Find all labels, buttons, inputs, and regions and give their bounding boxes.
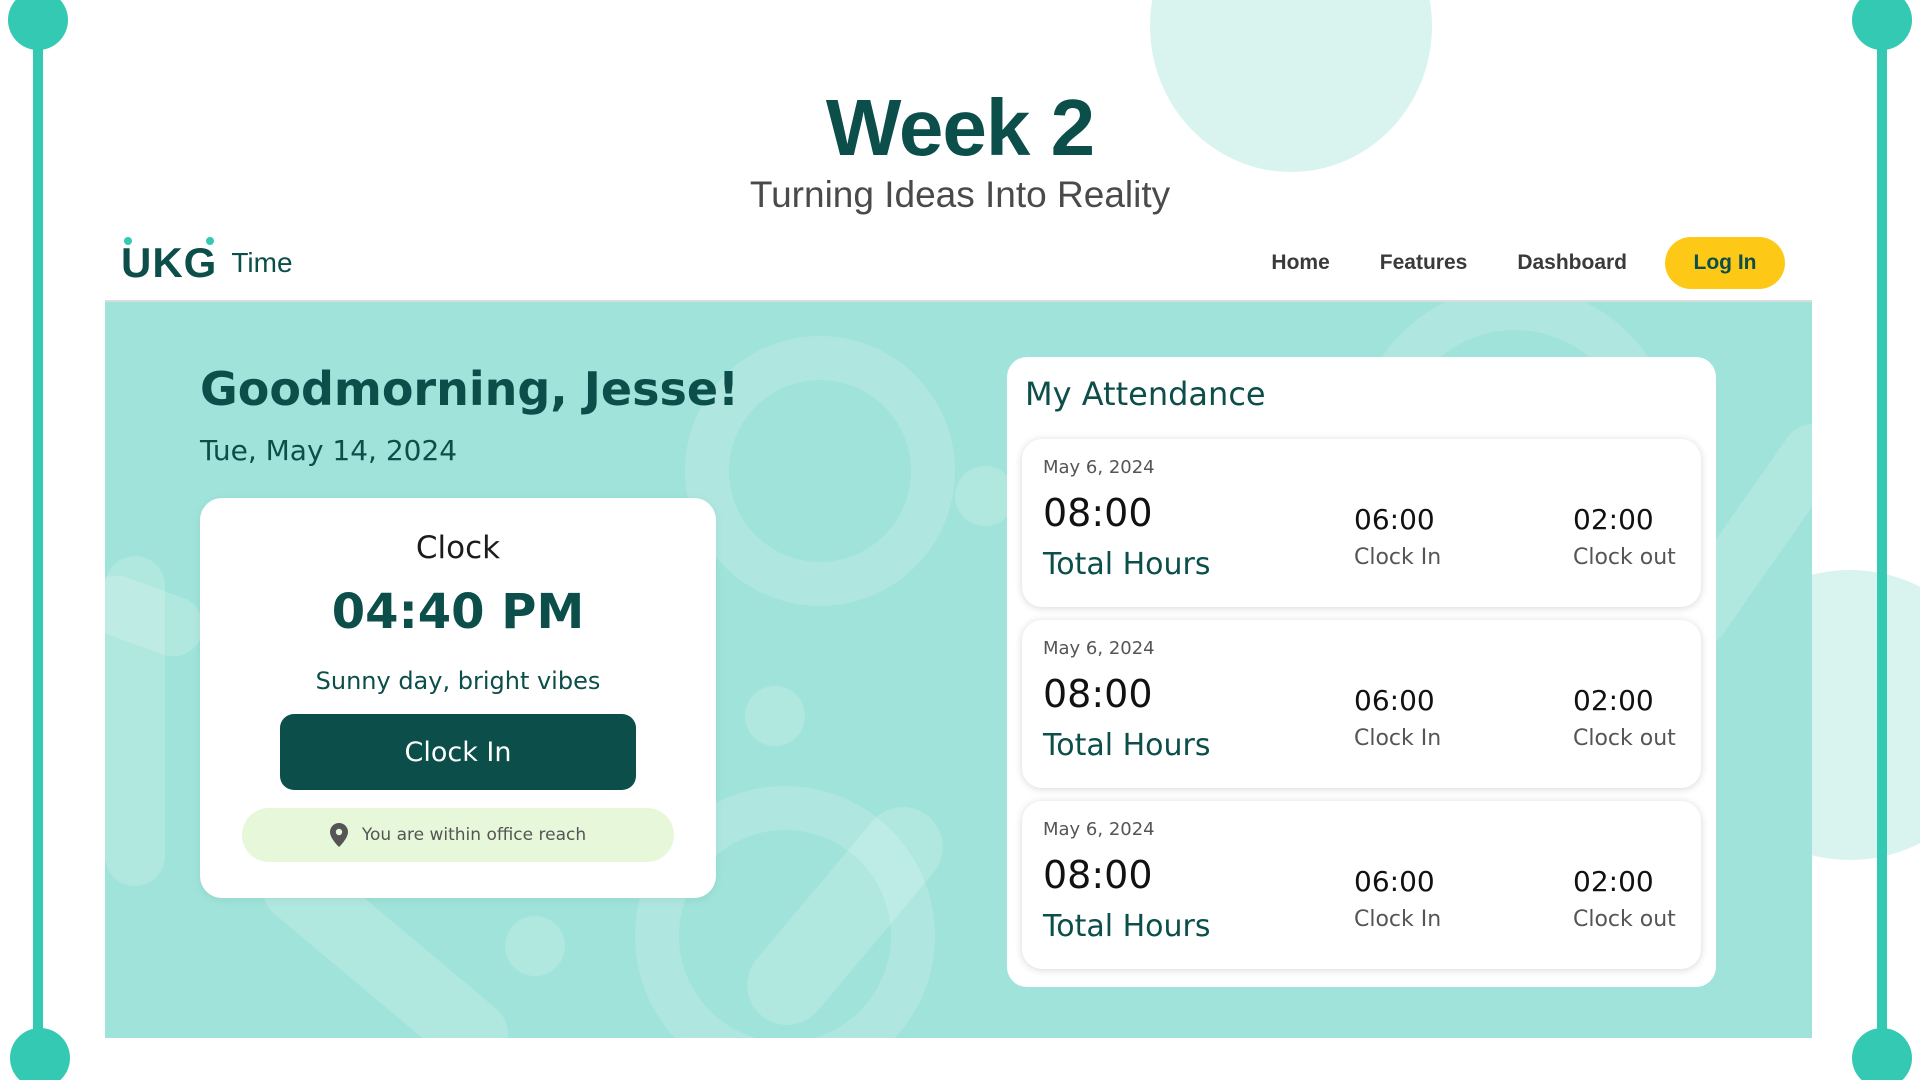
app-window: UKG Time Home Features Dashboard Log In … xyxy=(105,226,1812,1038)
record-clock-out: 02:00 xyxy=(1573,865,1654,898)
attendance-record[interactable]: May 6, 2024 08:00 Total Hours 06:00 Cloc… xyxy=(1022,620,1701,788)
attendance-record[interactable]: May 6, 2024 08:00 Total Hours 06:00 Cloc… xyxy=(1022,801,1701,969)
location-text: You are within office reach xyxy=(361,825,587,845)
login-button[interactable]: Log In xyxy=(1665,237,1785,289)
clock-card: Clock 04:40 PM Sunny day, bright vibes C… xyxy=(200,498,716,898)
record-date: May 6, 2024 xyxy=(1043,457,1155,478)
record-total-hours: 08:00 xyxy=(1043,853,1153,897)
record-total-label: Total Hours xyxy=(1043,728,1211,763)
record-clock-out-label: Clock out xyxy=(1573,907,1676,932)
background-pattern xyxy=(505,916,565,976)
attendance-list: May 6, 2024 08:00 Total Hours 06:00 Cloc… xyxy=(1022,439,1701,982)
decorative-dot xyxy=(1852,0,1912,50)
record-total-hours: 08:00 xyxy=(1043,491,1153,535)
location-status: You are within office reach xyxy=(242,808,674,862)
record-clock-in-label: Clock In xyxy=(1354,545,1442,570)
record-clock-in: 06:00 xyxy=(1354,684,1435,717)
record-clock-out: 02:00 xyxy=(1573,684,1654,717)
record-total-hours: 08:00 xyxy=(1043,672,1153,716)
record-clock-in-label: Clock In xyxy=(1354,726,1442,751)
record-date: May 6, 2024 xyxy=(1043,638,1155,659)
clock-vibe-text: Sunny day, bright vibes xyxy=(315,667,601,695)
record-clock-in: 06:00 xyxy=(1354,865,1435,898)
record-clock-in-label: Clock In xyxy=(1354,907,1442,932)
nav-dashboard[interactable]: Dashboard xyxy=(1517,251,1627,275)
record-clock-out-label: Clock out xyxy=(1573,726,1676,751)
nav-links: Home Features Dashboard Log In xyxy=(1221,237,1785,289)
nav-home[interactable]: Home xyxy=(1271,251,1329,275)
clock-time: 04:40 PM xyxy=(331,584,585,640)
map-pin-icon xyxy=(329,823,348,847)
record-total-label: Total Hours xyxy=(1043,547,1211,582)
record-date: May 6, 2024 xyxy=(1043,819,1155,840)
attendance-panel: My Attendance May 6, 2024 08:00 Total Ho… xyxy=(1007,357,1716,987)
logo-u-mark: UKG xyxy=(121,237,218,286)
attendance-title: My Attendance xyxy=(1025,375,1266,413)
decorative-dot xyxy=(1852,1028,1912,1080)
nav-features[interactable]: Features xyxy=(1380,251,1468,275)
background-pattern xyxy=(955,466,1015,526)
slide-title: Week 2 xyxy=(825,83,1095,172)
slide-subtitle: Turning Ideas Into Reality xyxy=(749,174,1171,215)
background-pattern xyxy=(745,686,805,746)
attendance-record[interactable]: May 6, 2024 08:00 Total Hours 06:00 Cloc… xyxy=(1022,439,1701,607)
clock-title: Clock xyxy=(415,530,501,566)
current-date: Tue, May 14, 2024 xyxy=(200,434,458,467)
navbar: UKG Time Home Features Dashboard Log In xyxy=(105,226,1812,302)
decorative-dot xyxy=(8,0,68,50)
record-clock-in: 06:00 xyxy=(1354,503,1435,536)
ukg-logo: UKG xyxy=(121,237,218,287)
greeting-heading: Goodmorning, Jesse! xyxy=(200,362,740,416)
record-clock-out-label: Clock out xyxy=(1573,545,1676,570)
record-total-label: Total Hours xyxy=(1043,909,1211,944)
brand[interactable]: UKG Time xyxy=(121,237,293,287)
clock-in-button[interactable]: Clock In xyxy=(280,714,636,790)
decorative-dot xyxy=(10,1028,70,1080)
record-clock-out: 02:00 xyxy=(1573,503,1654,536)
brand-name: Time xyxy=(231,247,293,278)
